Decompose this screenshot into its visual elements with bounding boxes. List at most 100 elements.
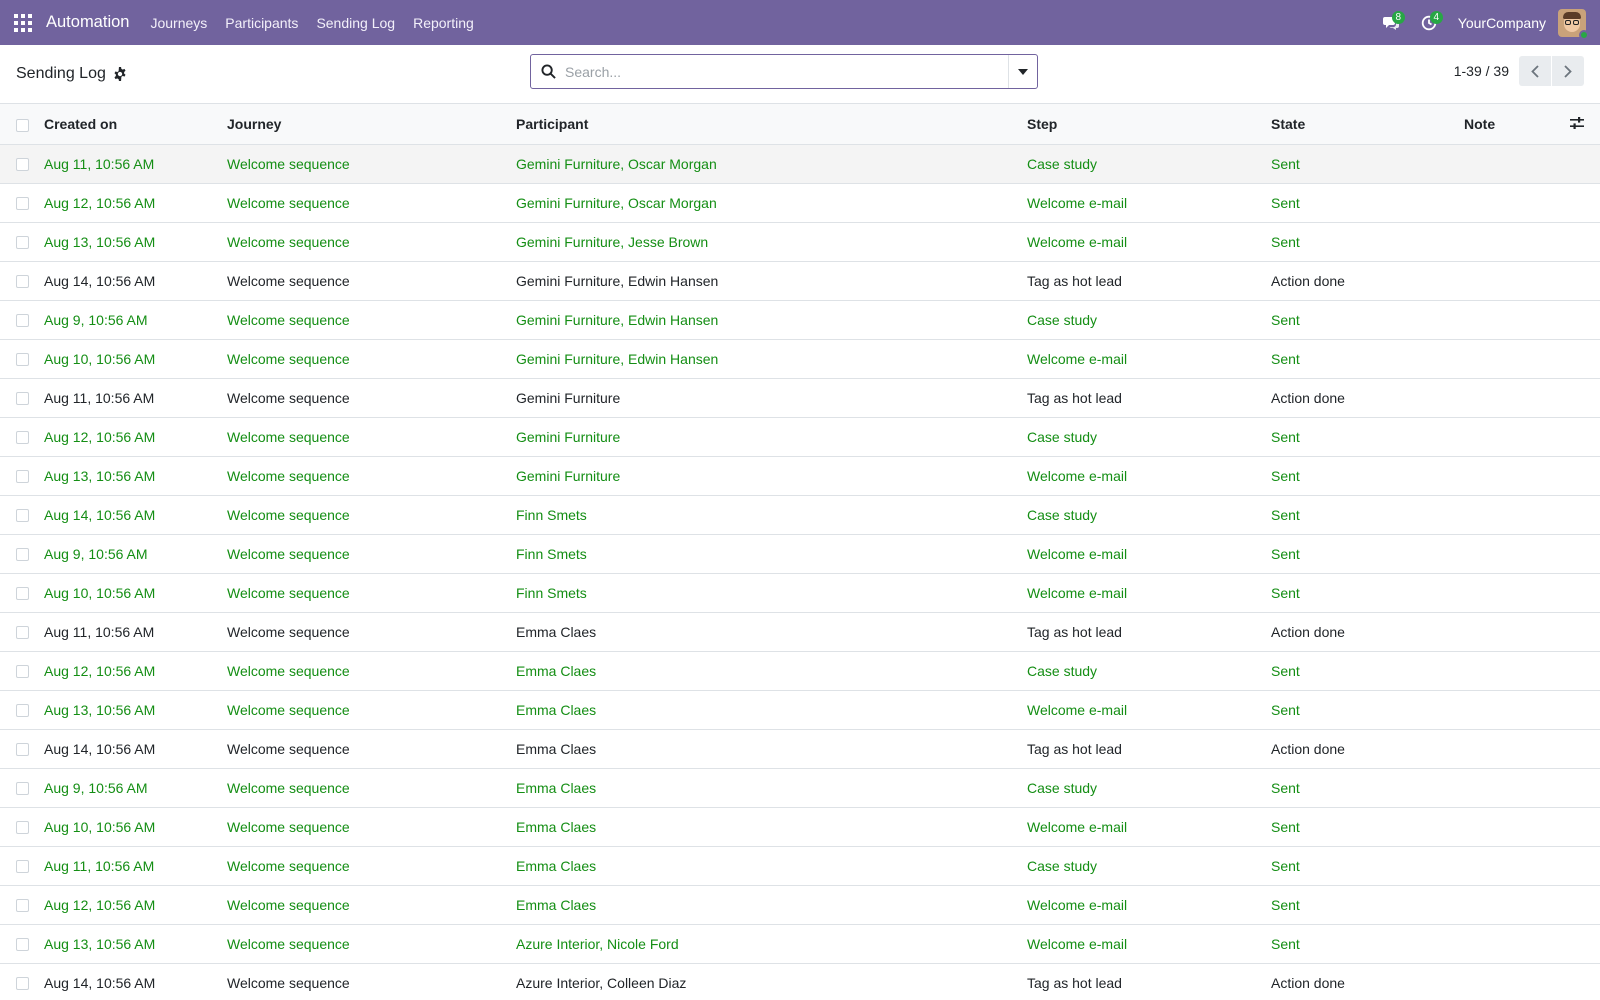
row-select-cell [0, 456, 44, 495]
cell-participant: Finn Smets [516, 506, 587, 523]
table-row[interactable]: Aug 14, 10:56 AM Welcome sequence Azure In… [0, 963, 1600, 1000]
pager-value[interactable]: 1-39 / 39 [1454, 63, 1509, 79]
row-checkbox[interactable] [16, 470, 29, 484]
cell-journey: Welcome sequence [227, 233, 350, 250]
cell-journey: Welcome sequence [227, 974, 350, 991]
row-checkbox[interactable] [16, 977, 29, 991]
cell-state: Sent [1271, 467, 1300, 484]
app-name[interactable]: Automation [46, 13, 129, 32]
caret-down-icon [1018, 68, 1028, 75]
pager-next-button[interactable] [1552, 56, 1584, 86]
row-checkbox[interactable] [16, 431, 29, 445]
row-checkbox[interactable] [16, 626, 29, 640]
row-checkbox[interactable] [16, 587, 29, 601]
row-checkbox[interactable] [16, 665, 29, 679]
company-switcher[interactable]: YourCompany [1458, 15, 1546, 31]
cell-state: Sent [1271, 818, 1300, 835]
row-checkbox[interactable] [16, 821, 29, 835]
table-row[interactable]: Aug 11, 10:56 AM Welcome sequence Gemini F… [0, 144, 1600, 183]
table-row[interactable]: Aug 12, 10:56 AM Welcome sequence Gemini F… [0, 417, 1600, 456]
table-row[interactable]: Aug 9, 10:56 AM Welcome sequence Finn Smet… [0, 534, 1600, 573]
table-row[interactable]: Aug 13, 10:56 AM Welcome sequence Azure In… [0, 924, 1600, 963]
select-all-checkbox[interactable] [16, 118, 29, 132]
cell-created-on: Aug 14, 10:56 AM [44, 974, 156, 991]
table-row[interactable]: Aug 10, 10:56 AM Welcome sequence Finn Sme… [0, 573, 1600, 612]
row-checkbox[interactable] [16, 938, 29, 952]
cell-created-on: Aug 10, 10:56 AM [44, 584, 156, 601]
table-row[interactable]: Aug 11, 10:56 AM Welcome sequence Gemini F… [0, 378, 1600, 417]
sliders-icon[interactable] [1570, 116, 1584, 129]
row-spacer-cell [1570, 378, 1600, 417]
cell-step: Case study [1027, 155, 1098, 172]
table-row[interactable]: Aug 9, 10:56 AM Welcome sequence Emma Clae… [0, 768, 1600, 807]
table-row[interactable]: Aug 13, 10:56 AM Welcome sequence Gemini F… [0, 222, 1600, 261]
table-row[interactable]: Aug 11, 10:56 AM Welcome sequence Emma Cla… [0, 846, 1600, 885]
messages-button[interactable]: 8 [1372, 0, 1410, 45]
cell-note [1464, 768, 1570, 807]
table-row[interactable]: Aug 10, 10:56 AM Welcome sequence Emma Cla… [0, 807, 1600, 846]
row-checkbox[interactable] [16, 548, 29, 562]
table-row[interactable]: Aug 14, 10:56 AM Welcome sequence Finn Sme… [0, 495, 1600, 534]
column-header-step[interactable]: Step [1027, 104, 1271, 144]
row-checkbox[interactable] [16, 353, 29, 367]
menu-item-reporting[interactable]: Reporting [413, 15, 474, 31]
pager-previous-button[interactable] [1519, 56, 1551, 86]
cell-note [1464, 612, 1570, 651]
table-row[interactable]: Aug 12, 10:56 AM Welcome sequence Emma Cla… [0, 885, 1600, 924]
row-checkbox[interactable] [16, 236, 29, 250]
activities-button[interactable]: 4 [1410, 0, 1448, 45]
column-header-note[interactable]: Note [1464, 104, 1570, 144]
column-header-created-on[interactable]: Created on [44, 104, 227, 144]
row-checkbox[interactable] [16, 392, 29, 406]
row-checkbox[interactable] [16, 899, 29, 913]
user-avatar[interactable] [1558, 8, 1589, 40]
table-row[interactable]: Aug 9, 10:56 AM Welcome sequence Gemini Fu… [0, 300, 1600, 339]
menu-item-sending-log[interactable]: Sending Log [316, 15, 395, 31]
cell-journey: Welcome sequence [227, 506, 350, 523]
cell-participant: Gemini Furniture, Oscar Morgan [516, 155, 717, 172]
row-checkbox[interactable] [16, 704, 29, 718]
column-header-state[interactable]: State [1271, 104, 1464, 144]
menu-item-journeys[interactable]: Journeys [150, 15, 207, 31]
cell-state: Action done [1271, 974, 1345, 991]
cell-participant: Gemini Furniture [516, 467, 621, 484]
row-checkbox[interactable] [16, 158, 29, 172]
cell-state: Sent [1271, 779, 1300, 796]
cell-participant: Emma Claes [516, 857, 597, 874]
gear-icon[interactable] [113, 67, 127, 81]
search-input[interactable] [565, 55, 1008, 88]
cell-step: Tag as hot lead [1027, 974, 1122, 991]
column-header-journey[interactable]: Journey [227, 104, 516, 144]
row-checkbox[interactable] [16, 275, 29, 289]
cell-step: Welcome e-mail [1027, 350, 1128, 367]
cell-participant: Emma Claes [516, 623, 597, 640]
row-checkbox[interactable] [16, 509, 29, 523]
table-row[interactable]: Aug 12, 10:56 AM Welcome sequence Gemini F… [0, 183, 1600, 222]
table-row[interactable]: Aug 10, 10:56 AM Welcome sequence Gemini F… [0, 339, 1600, 378]
row-checkbox[interactable] [16, 860, 29, 874]
cell-state: Action done [1271, 740, 1345, 757]
table-row[interactable]: Aug 13, 10:56 AM Welcome sequence Emma Cla… [0, 690, 1600, 729]
row-checkbox[interactable] [16, 743, 29, 757]
row-checkbox[interactable] [16, 314, 29, 328]
app-menu-grid-icon[interactable] [0, 0, 46, 45]
cell-participant: Azure Interior, Nicole Ford [516, 935, 679, 952]
cell-created-on: Aug 9, 10:56 AM [44, 779, 148, 796]
column-header-participant[interactable]: Participant [516, 104, 1027, 144]
cell-step: Case study [1027, 311, 1098, 328]
cell-state: Sent [1271, 194, 1300, 211]
cell-step: Case study [1027, 428, 1098, 445]
table-row[interactable]: Aug 11, 10:56 AM Welcome sequence Emma Cla… [0, 612, 1600, 651]
menu-item-participants[interactable]: Participants [225, 15, 298, 31]
row-checkbox[interactable] [16, 197, 29, 211]
table-row[interactable]: Aug 14, 10:56 AM Welcome sequence Emma Cla… [0, 729, 1600, 768]
cell-state: Action done [1271, 272, 1345, 289]
cell-created-on: Aug 14, 10:56 AM [44, 272, 156, 289]
row-checkbox[interactable] [16, 782, 29, 796]
cell-step: Welcome e-mail [1027, 701, 1128, 718]
search-options-toggle[interactable] [1008, 55, 1037, 88]
table-row[interactable]: Aug 13, 10:56 AM Welcome sequence Gemini F… [0, 456, 1600, 495]
table-row[interactable]: Aug 12, 10:56 AM Welcome sequence Emma Cla… [0, 651, 1600, 690]
cell-note [1464, 651, 1570, 690]
table-row[interactable]: Aug 14, 10:56 AM Welcome sequence Gemini F… [0, 261, 1600, 300]
